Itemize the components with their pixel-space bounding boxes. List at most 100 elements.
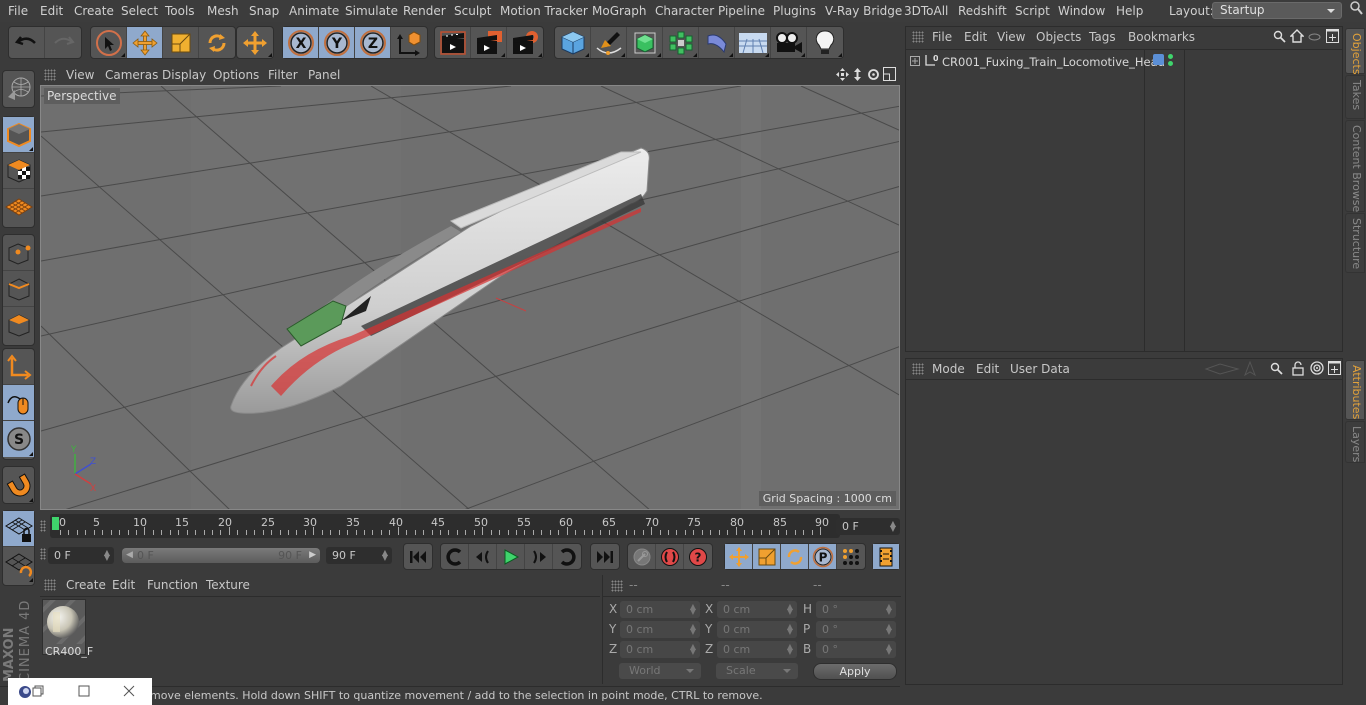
render-view-button[interactable] bbox=[435, 27, 471, 58]
object-menu-tags[interactable]: Tags bbox=[1089, 30, 1116, 44]
new-panel-icon[interactable] bbox=[1326, 29, 1339, 46]
expand-icon[interactable] bbox=[910, 55, 920, 69]
viewport-menu-view[interactable]: View bbox=[66, 68, 94, 82]
key-rotation-button[interactable] bbox=[781, 544, 809, 569]
object-row[interactable]: 0 CR001_Fuxing_Train_Locomotive_Head bbox=[906, 50, 1342, 70]
size-x-field[interactable]: 0 cm ▲ ▼ bbox=[717, 601, 797, 618]
camera-button[interactable] bbox=[771, 27, 807, 58]
spinner-arrows-icon[interactable]: ▲ ▼ bbox=[787, 643, 793, 656]
range-right-arrow-icon[interactable]: ▶ bbox=[309, 548, 316, 563]
tab-takes[interactable]: Takes bbox=[1345, 75, 1365, 119]
texture-mode-button[interactable] bbox=[3, 153, 34, 189]
spinner-arrows-icon[interactable]: ▲ ▼ bbox=[886, 623, 892, 636]
restore-icon[interactable] bbox=[32, 685, 44, 700]
key-pla-button[interactable] bbox=[837, 544, 865, 569]
spinner-arrows-icon[interactable]: ▲ ▼ bbox=[690, 643, 696, 656]
menu-render[interactable]: Render bbox=[403, 4, 446, 18]
tab-structure[interactable]: Structure bbox=[1345, 213, 1365, 273]
polygons-mode-button[interactable] bbox=[3, 307, 34, 343]
solo-button[interactable]: S bbox=[3, 421, 34, 457]
close-icon[interactable] bbox=[123, 685, 135, 700]
camera-name-label[interactable]: Perspective bbox=[44, 88, 120, 104]
search-icon[interactable] bbox=[1273, 30, 1286, 46]
workplane-align-button[interactable] bbox=[3, 547, 34, 583]
material-menu-function[interactable]: Function bbox=[147, 578, 198, 592]
points-mode-button[interactable] bbox=[3, 235, 34, 271]
current-frame-field[interactable]: 0 F ▲ ▼ bbox=[836, 518, 900, 535]
object-menu-objects[interactable]: Objects bbox=[1036, 30, 1081, 44]
menu-3dtoall[interactable]: 3DToAll bbox=[904, 4, 948, 18]
render-to-picture-viewer-button[interactable] bbox=[471, 27, 507, 58]
rotation-h-field[interactable]: 0 ° ▲ ▼ bbox=[816, 601, 896, 618]
cinema4d-app-icon[interactable] bbox=[18, 685, 32, 702]
floor-button[interactable] bbox=[735, 27, 771, 58]
search-icon[interactable] bbox=[1270, 362, 1283, 378]
keyframe-selection-button[interactable]: ? bbox=[684, 544, 712, 569]
search-icon[interactable] bbox=[1350, 1, 1364, 20]
menu-character[interactable]: Character bbox=[655, 4, 714, 18]
menu-plugins[interactable]: Plugins bbox=[773, 4, 816, 18]
timeline-button[interactable] bbox=[873, 544, 899, 569]
material-swatch[interactable]: CR400_F bbox=[36, 588, 95, 658]
size-mode-dropdown[interactable]: Scale bbox=[716, 663, 798, 679]
menu-motion-tracker[interactable]: Motion Tracker bbox=[500, 4, 588, 18]
redo-button[interactable] bbox=[45, 27, 81, 58]
timeline-ruler[interactable]: 0 5 10 15 20 25 30 35 40 45 50 55 60 65 … bbox=[50, 514, 840, 538]
spinner-arrows-icon[interactable]: ▲ ▼ bbox=[690, 623, 696, 636]
menu-mesh[interactable]: Mesh bbox=[207, 4, 239, 18]
coordinate-system-button[interactable] bbox=[391, 27, 427, 58]
viewport-menu-cameras[interactable]: Cameras bbox=[105, 68, 158, 82]
link-icon[interactable] bbox=[1308, 31, 1321, 45]
viewport-menu-display[interactable]: Display bbox=[162, 68, 206, 82]
attribute-menu-mode[interactable]: Mode bbox=[932, 362, 965, 376]
end-frame-field[interactable]: 90 F ▲ ▼ bbox=[326, 547, 392, 564]
menu-tools[interactable]: Tools bbox=[165, 4, 195, 18]
menu-select[interactable]: Select bbox=[121, 4, 158, 18]
rotate-button[interactable] bbox=[199, 27, 235, 58]
menu-snap[interactable]: Snap bbox=[249, 4, 279, 18]
cube-button[interactable] bbox=[555, 27, 591, 58]
tab-layers[interactable]: Layers bbox=[1345, 421, 1365, 463]
cloner-button[interactable] bbox=[663, 27, 699, 58]
material-menu-edit[interactable]: Edit bbox=[112, 578, 135, 592]
subdivision-surface-button[interactable] bbox=[627, 27, 663, 58]
attribute-menu-edit[interactable]: Edit bbox=[976, 362, 999, 376]
previous-key-button[interactable] bbox=[441, 544, 469, 569]
autokey-button[interactable] bbox=[656, 544, 684, 569]
next-frame-button[interactable] bbox=[525, 544, 553, 569]
render-visibility-dot[interactable] bbox=[1168, 61, 1173, 66]
menu-simulate[interactable]: Simulate bbox=[345, 4, 398, 18]
viewport-menu-filter[interactable]: Filter bbox=[268, 68, 298, 82]
spinner-arrows-icon[interactable]: ▲ ▼ bbox=[787, 603, 793, 616]
render-settings-button[interactable] bbox=[507, 27, 543, 58]
lock-icon[interactable] bbox=[1292, 361, 1304, 379]
go-to-start-button[interactable] bbox=[404, 544, 432, 569]
live-selection-button[interactable] bbox=[91, 27, 127, 58]
layout-dropdown[interactable]: Startup bbox=[1212, 2, 1342, 19]
coordinate-space-dropdown[interactable]: World bbox=[619, 663, 701, 679]
workplane-lock-button[interactable] bbox=[3, 511, 34, 547]
material-menu-texture[interactable]: Texture bbox=[206, 578, 250, 592]
record-keys-button[interactable] bbox=[628, 544, 656, 569]
position-z-field[interactable]: 0 cm ▲ ▼ bbox=[620, 641, 700, 658]
key-position-button[interactable] bbox=[725, 544, 753, 569]
object-menu-view[interactable]: View bbox=[997, 30, 1025, 44]
back-arrow-icon[interactable] bbox=[1204, 363, 1240, 378]
z-axis-lock-button[interactable]: Z bbox=[355, 27, 391, 58]
spinner-arrows-icon[interactable]: ▲ ▼ bbox=[890, 520, 896, 533]
menu-vray-bridge[interactable]: V-Ray Bridge bbox=[825, 4, 902, 18]
menu-help[interactable]: Help bbox=[1116, 4, 1143, 18]
tab-attributes[interactable]: Attributes bbox=[1345, 360, 1365, 420]
menu-create[interactable]: Create bbox=[74, 4, 114, 18]
spinner-arrows-icon[interactable]: ▲ ▼ bbox=[690, 603, 696, 616]
scale-button[interactable] bbox=[163, 27, 199, 58]
panel-grip-icon[interactable] bbox=[44, 579, 56, 591]
object-name[interactable]: CR001_Fuxing_Train_Locomotive_Head bbox=[942, 55, 1165, 69]
editor-visibility-dot[interactable] bbox=[1168, 54, 1173, 59]
current-frame-marker[interactable] bbox=[52, 517, 59, 530]
viewport-menu-panel[interactable]: Panel bbox=[308, 68, 340, 82]
apply-button[interactable]: Apply bbox=[813, 663, 897, 680]
key-parameter-button[interactable]: P bbox=[809, 544, 837, 569]
play-button[interactable] bbox=[497, 544, 525, 569]
rotation-b-field[interactable]: 0 ° ▲ ▼ bbox=[816, 641, 896, 658]
